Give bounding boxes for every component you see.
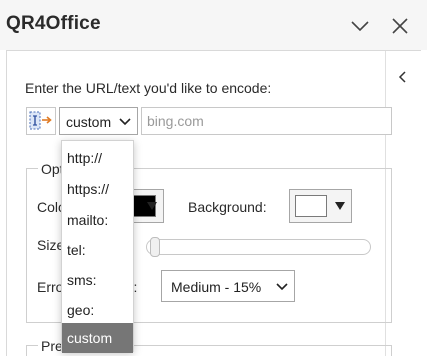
size-slider-thumb[interactable]: [150, 237, 160, 257]
close-icon: [392, 18, 408, 34]
chevron-left-icon: [398, 71, 406, 83]
triangle-down-icon: [147, 202, 157, 210]
background-picker-button[interactable]: [289, 189, 352, 223]
dropdown-option[interactable]: mailto:: [62, 205, 133, 235]
chevron-down-icon: [276, 283, 288, 291]
minimize-button[interactable]: [346, 12, 374, 40]
scheme-dropdown-list: http://https://mailto: tel: sms: geo: custom: [61, 140, 134, 353]
collapse-button[interactable]: [392, 66, 414, 88]
dropdown-option[interactable]: http://: [62, 143, 133, 173]
background-label: Background:: [188, 199, 267, 215]
url-text-input[interactable]: [142, 108, 391, 134]
dropdown-option[interactable]: sms:: [62, 265, 133, 295]
background-swatch: [295, 195, 327, 217]
url-text-field[interactable]: [141, 107, 392, 135]
encode-prompt: Enter the URL/text you'd like to encode:: [25, 80, 272, 96]
scheme-select-value: custom: [66, 114, 112, 130]
dropdown-option[interactable]: tel:: [62, 235, 133, 265]
insert-source-button[interactable]: [26, 107, 56, 135]
error-correction-select[interactable]: Medium - 15%: [161, 270, 295, 302]
insert-source-icon: [29, 111, 52, 130]
scheme-select[interactable]: custom: [59, 107, 138, 135]
dropdown-option[interactable]: geo:: [62, 295, 133, 325]
size-slider[interactable]: [146, 239, 371, 255]
chevron-down-icon: [351, 21, 369, 32]
close-button[interactable]: [386, 12, 414, 40]
dropdown-option[interactable]: custom: [62, 323, 133, 353]
dropdown-option[interactable]: https://: [62, 174, 133, 204]
triangle-down-icon: [335, 202, 345, 210]
pane-title: QR4Office: [6, 13, 101, 34]
chevron-down-icon: [119, 118, 131, 126]
error-correction-value: Medium - 15%: [171, 279, 262, 295]
